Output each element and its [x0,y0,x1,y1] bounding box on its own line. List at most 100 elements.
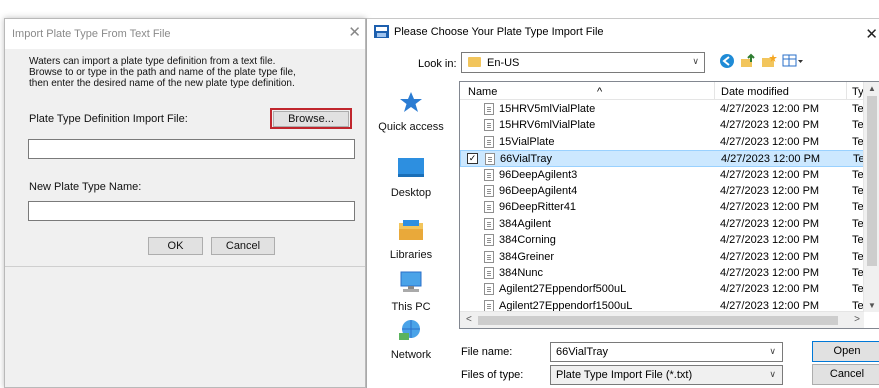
place-libraries[interactable]: Libraries [367,219,455,261]
up-folder-icon[interactable] [740,53,756,72]
file-name-cell: Agilent27Eppendorf500uL [499,283,627,296]
chevron-down-icon[interactable]: ∨ [769,346,776,357]
new-name-field[interactable] [28,201,355,221]
close-icon[interactable]: ✕ [348,25,361,40]
file-row[interactable]: ✓ 66VialTray 4/27/2023 12:00 PM Te [460,150,865,167]
file-row[interactable]: 384Agilent 4/27/2023 12:00 PM Te [460,216,864,232]
browse-highlight [270,108,352,129]
view-menu-icon[interactable] [782,53,804,72]
import-dialog-titlebar: Import Plate Type From Text File ✕ [5,19,365,49]
file-row[interactable]: 384Corning 4/27/2023 12:00 PM Te [460,232,864,248]
cancel-button[interactable]: Cancel [812,364,879,385]
file-date-cell: 4/27/2023 12:00 PM [720,103,820,115]
computer-icon [397,271,425,296]
text-file-icon [484,217,494,230]
file-row[interactable]: 15VialPlate 4/27/2023 12:00 PM Te [460,134,864,150]
file-row[interactable]: 96DeepAgilent4 4/27/2023 12:00 PM Te [460,183,864,199]
scroll-left-icon[interactable]: < [466,314,472,325]
new-folder-icon[interactable] [761,53,777,72]
place-this-pc[interactable]: This PC [367,271,455,313]
file-date-cell: 4/27/2023 12:00 PM [720,185,820,197]
file-row[interactable]: 384Greiner 4/27/2023 12:00 PM Te [460,249,864,265]
column-header-name[interactable]: Name [468,86,497,98]
scroll-up-icon[interactable]: ▲ [868,84,876,93]
file-type-cell: Te [852,119,864,132]
look-in-dropdown[interactable]: En-US ∨ [461,52,705,73]
file-row[interactable]: 15HRV5mlVialPlate 4/27/2023 12:00 PM Te [460,101,864,117]
import-dialog-lower-area [5,266,365,387]
file-row[interactable]: 96DeepAgilent3 4/27/2023 12:00 PM Te [460,167,864,183]
file-type-cell: Te [852,299,864,312]
file-name-cell: Agilent27Eppendorf1500uL [499,299,633,312]
file-name-cell: 66VialTray [500,153,552,166]
chevron-down-icon[interactable]: ∨ [769,369,776,380]
place-label: Desktop [390,187,432,199]
checkbox-checked-icon[interactable]: ✓ [467,153,478,165]
file-type-cell: Te [852,201,864,214]
horizontal-scrollbar[interactable]: < > [460,311,864,328]
file-open-dialog: Please Choose Your Plate Type Import Fil… [366,18,879,388]
file-date-cell: 4/27/2023 12:00 PM [720,250,820,263]
file-type-cell: Te [852,185,864,197]
file-type-label: Files of type: [461,369,524,381]
column-separator[interactable] [714,82,715,100]
place-label: Libraries [389,249,433,261]
file-type-cell: Te [852,168,864,181]
place-label: Network [390,349,432,361]
open-button[interactable]: Open [812,341,879,362]
file-date-cell: 4/27/2023 12:00 PM [720,267,820,279]
column-header-date[interactable]: Date modified [721,86,789,98]
text-file-icon [484,283,494,296]
file-row[interactable]: Agilent27Eppendorf500uL 4/27/2023 12:00 P… [460,281,864,297]
import-description: Waters can import a plate type definitio… [29,56,349,89]
place-network[interactable]: Network [367,319,455,361]
file-row[interactable]: 96DeepRitter41 4/27/2023 12:00 PM Te [460,199,864,215]
file-row[interactable]: 15HRV6mlVialPlate 4/27/2023 12:00 PM Te [460,117,864,133]
file-list-header: Name ^ Date modified Ty [460,82,879,100]
libraries-icon [397,219,425,244]
file-type-cell: Te [852,103,864,115]
place-desktop[interactable]: Desktop [367,157,455,199]
place-quick-access[interactable]: Quick access [367,91,455,133]
ok-button[interactable]: OK [148,237,203,255]
file-name-cell: 15HRV5mlVialPlate [499,103,596,115]
scroll-right-icon[interactable]: > [854,314,860,325]
column-separator[interactable] [846,82,847,100]
file-date-cell: 4/27/2023 12:00 PM [720,217,820,230]
file-date-cell: 4/27/2023 12:00 PM [720,119,820,132]
file-name-cell: 384Nunc [499,267,544,279]
text-file-icon [484,250,494,263]
cancel-button[interactable]: Cancel [211,237,275,255]
file-name-cell: 384Agilent [499,217,551,230]
text-file-icon [484,185,494,197]
file-list[interactable]: Name ^ Date modified Ty 15HRV5mlVialPlat… [459,81,879,329]
file-name-cell: 96DeepAgilent3 [499,168,578,181]
file-name-cell: 15VialPlate [499,135,555,148]
text-file-icon [484,234,494,247]
back-icon[interactable] [719,53,735,72]
file-row[interactable]: 384Nunc 4/27/2023 12:00 PM Te [460,265,864,281]
import-dialog-title: Import Plate Type From Text File [12,28,171,40]
file-type-cell: Te [852,283,864,296]
place-label: Quick access [378,121,444,133]
file-date-cell: 4/27/2023 12:00 PM [721,153,821,166]
text-file-icon [484,135,494,148]
look-in-value: En-US [487,57,520,69]
file-name-input[interactable]: 66VialTray ∨ [550,342,783,362]
file-date-cell: 4/27/2023 12:00 PM [720,135,820,148]
file-date-cell: 4/27/2023 12:00 PM [720,283,820,296]
places-bar: Quick access Desktop Libraries This PC N… [367,79,455,361]
file-type-dropdown[interactable]: Plate Type Import File (*.txt) ∨ [550,365,783,385]
vertical-scrollbar[interactable]: ▲ ▼ [863,82,879,312]
import-plate-type-dialog: Import Plate Type From Text File ✕ Water… [4,18,366,388]
close-icon[interactable]: ✕ [865,25,878,43]
file-dialog-titlebar: Please Choose Your Plate Type Import Fil… [367,19,879,47]
scroll-down-icon[interactable]: ▼ [868,301,876,310]
scroll-thumb[interactable] [478,316,838,325]
scroll-thumb[interactable] [867,96,877,266]
file-name-value: 66VialTray [556,346,608,358]
import-file-field[interactable] [28,139,355,159]
description-line: Waters can import a plate type definitio… [29,56,276,67]
column-header-type[interactable]: Ty [852,86,864,98]
place-label: This PC [391,301,431,313]
